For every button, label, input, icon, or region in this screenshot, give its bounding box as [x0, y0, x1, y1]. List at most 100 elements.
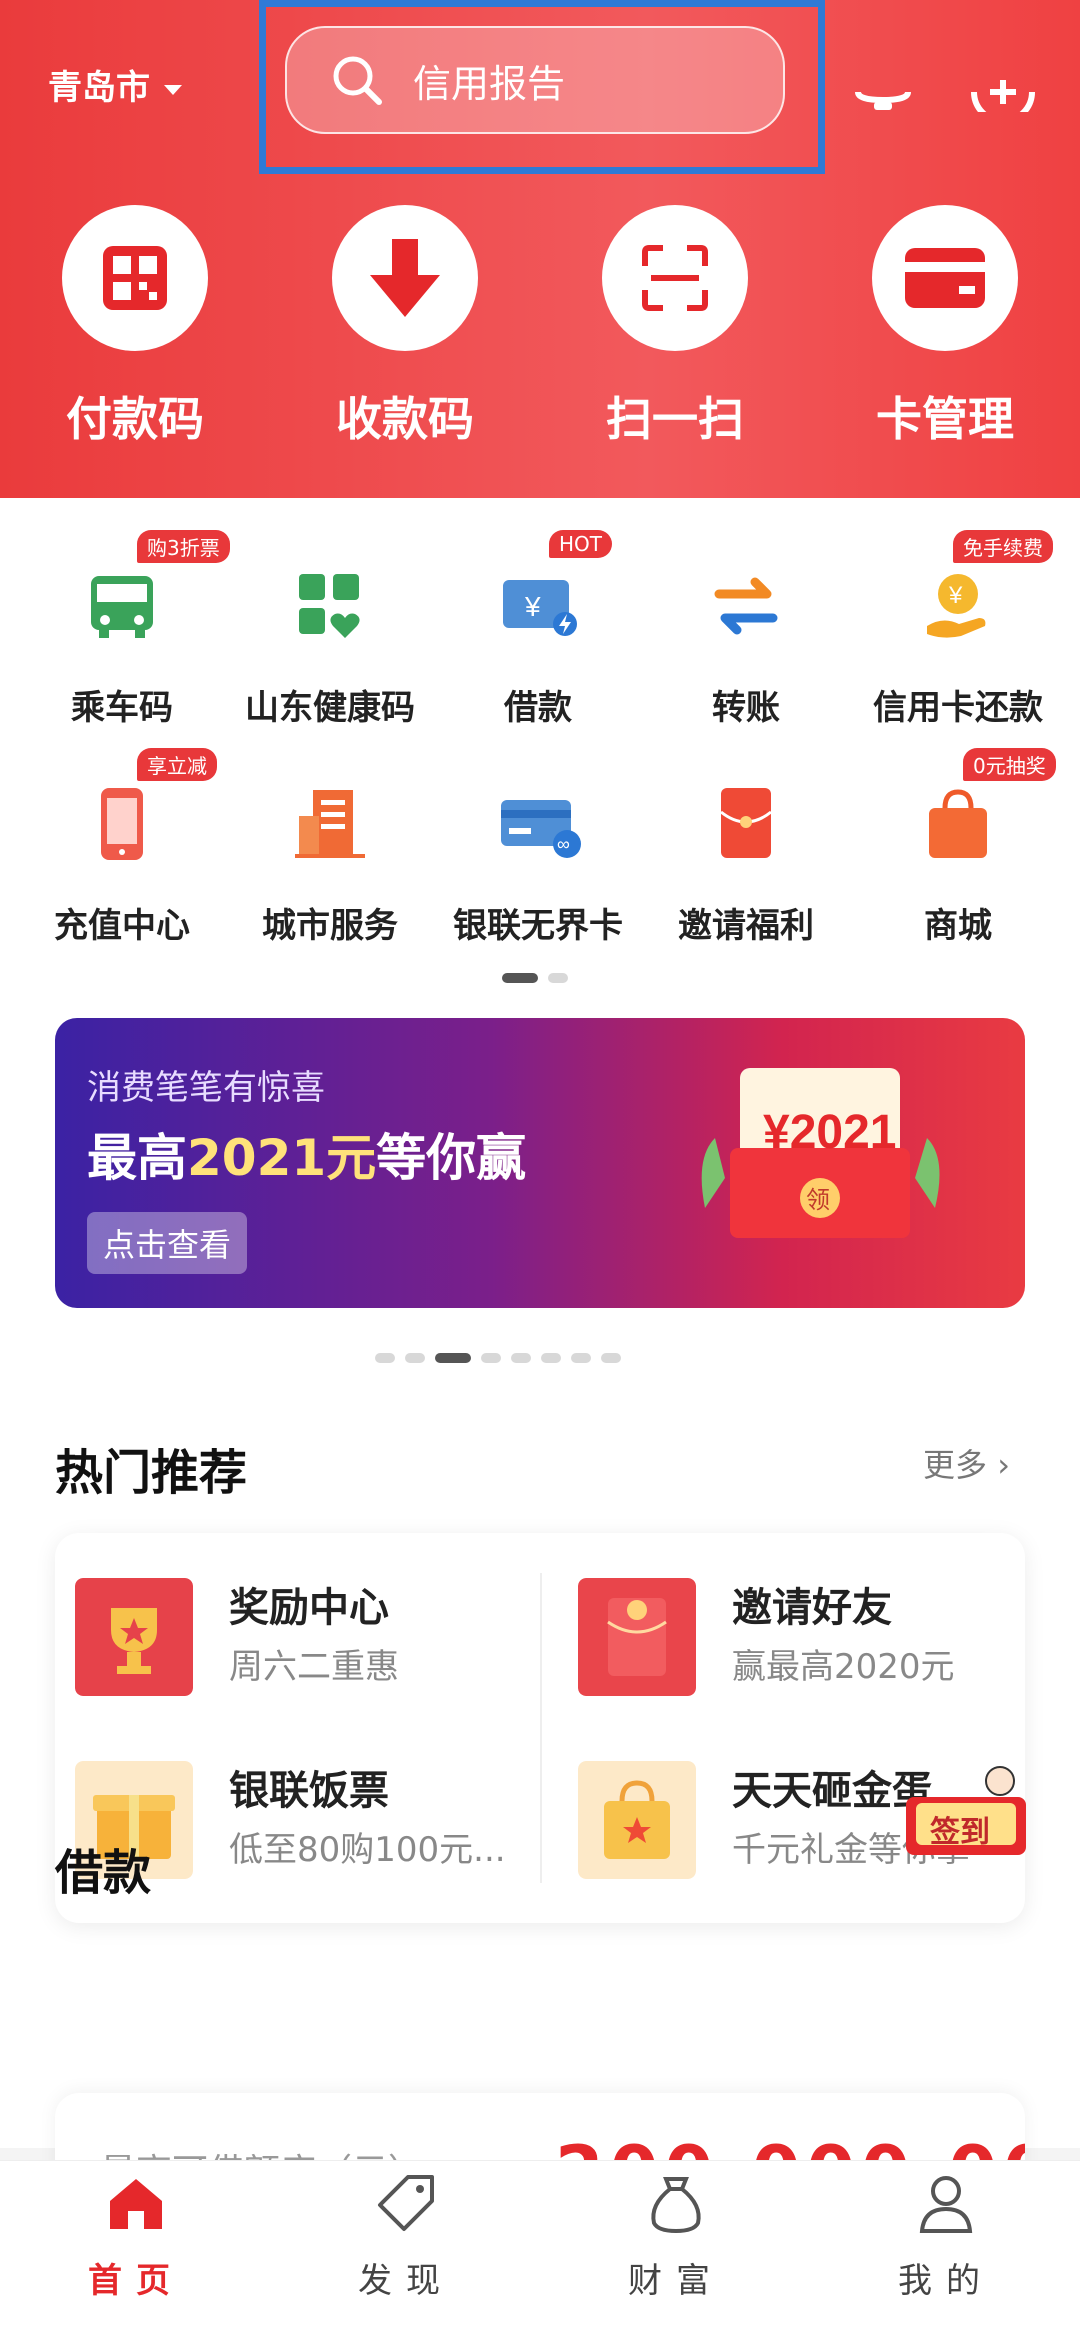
add-icon[interactable]: [968, 62, 1038, 112]
service-bus-code[interactable]: 购3折票 乘车码: [14, 530, 230, 729]
health-code-icon: [285, 560, 375, 650]
red-envelope-illustration: ¥2021 领: [701, 1068, 940, 1238]
bell-icon[interactable]: [848, 62, 918, 112]
card-icon: [905, 248, 985, 308]
search-input[interactable]: 信用报告: [285, 26, 785, 134]
service-health-code[interactable]: 山东健康码: [222, 560, 438, 729]
service-credit-card-repay[interactable]: ¥ 免手续费 信用卡还款: [850, 530, 1066, 729]
unionpay-card-icon: ∞: [493, 778, 583, 868]
tab-label: 财富: [628, 2261, 724, 2301]
download-arrow-icon: [370, 239, 440, 317]
person-icon: [919, 2176, 973, 2233]
trophy-icon: [75, 1578, 193, 1696]
page-dot: [375, 1353, 395, 1363]
rec-subtitle: 赢最高2020元: [732, 1647, 955, 1687]
service-label: 山东健康码: [245, 688, 415, 728]
rec-subtitle: 低至80购100元...: [229, 1830, 506, 1870]
tab-wealth[interactable]: 财富: [576, 2171, 776, 2302]
page-dot: [511, 1353, 531, 1363]
service-mall[interactable]: 0元抽奖 商城: [850, 748, 1066, 947]
tab-home[interactable]: 首页: [36, 2171, 236, 2302]
more-link[interactable]: 更多 ›: [923, 1440, 1010, 1486]
quick-action-card-manage[interactable]: 卡管理: [810, 205, 1080, 475]
page-dot: [548, 973, 568, 983]
service-invite-benefit[interactable]: 邀请福利: [638, 778, 854, 947]
hot-section-title: 热门推荐: [55, 1445, 248, 1501]
service-badge: 购3折票: [137, 530, 230, 563]
quick-action-label: 收款码: [336, 392, 474, 446]
phone-icon: 享立减: [77, 748, 217, 868]
city-selector[interactable]: 青岛市: [48, 60, 182, 109]
quick-action-pay-code[interactable]: 付款码: [0, 205, 270, 475]
service-label: 充值中心: [54, 906, 190, 946]
qr-code-icon: [103, 246, 167, 310]
tab-label: 首页: [88, 2261, 184, 2301]
quick-action-circle: [62, 205, 208, 351]
banner-page-indicator: [375, 1353, 621, 1363]
banner-cta-button[interactable]: 点击查看: [87, 1212, 248, 1274]
quick-action-scan[interactable]: 扫一扫: [540, 205, 810, 475]
more-label: 更多: [923, 1446, 988, 1484]
quick-action-label: 扫一扫: [606, 392, 744, 446]
rec-invite-friends[interactable]: 邀请好友 赢最高2020元: [558, 1563, 1018, 1703]
banner-title-highlight: 2021元: [187, 1129, 377, 1187]
city-building-icon: [285, 778, 375, 868]
tab-label: 发现: [358, 2261, 454, 2301]
transfer-icon: [701, 560, 791, 650]
tag-icon: [378, 2175, 434, 2231]
svg-text:¥: ¥: [948, 582, 963, 609]
red-envelope-icon: [701, 778, 791, 868]
page-dot: [541, 1353, 561, 1363]
loan-section-title: 借款: [55, 1845, 152, 1901]
quick-action-circle: [872, 205, 1018, 351]
service-loan[interactable]: ¥ HOT 借款: [430, 530, 646, 729]
divider: [540, 1573, 542, 1883]
service-label: 商城: [924, 906, 992, 946]
service-label: 信用卡还款: [873, 688, 1043, 728]
chevron-down-icon: [164, 84, 182, 95]
tab-discover[interactable]: 发现: [306, 2171, 506, 2302]
page-dot: [435, 1353, 471, 1363]
banner-title: 最高2021元等你赢: [87, 1118, 526, 1190]
service-transfer[interactable]: 转账: [638, 560, 854, 729]
chevron-right-icon: ›: [997, 1446, 1010, 1484]
service-unionpay-card[interactable]: ∞ 银联无界卡: [430, 778, 646, 947]
city-label: 青岛市: [48, 68, 150, 108]
banner-title-prefix: 最高: [87, 1129, 187, 1187]
search-icon: [333, 56, 382, 105]
header: 青岛市 信用报告 付款码 收款码 扫一扫 卡管理: [0, 0, 1080, 498]
main-content: 购3折票 乘车码 山东健康码 ¥ HOT 借款 转账 ¥ 免手续费 信用卡还款 …: [0, 498, 1080, 2243]
service-label: 银联无界卡: [453, 906, 623, 946]
banner-subtitle: 消费笔笔有惊喜: [87, 1068, 325, 1108]
service-badge: 0元抽奖: [963, 748, 1056, 781]
bottom-tab-bar: 首页 发现 财富 我的: [0, 2160, 1080, 2325]
service-label: 城市服务: [262, 906, 398, 946]
scan-icon: [642, 245, 708, 311]
credit-repay-icon: ¥ 免手续费: [913, 530, 1053, 650]
search-placeholder: 信用报告: [413, 61, 566, 106]
rec-subtitle: 周六二重惠: [229, 1647, 399, 1687]
quick-action-label: 付款码: [66, 392, 204, 446]
rec-title: 银联饭票: [229, 1768, 389, 1814]
page-dot: [405, 1353, 425, 1363]
page-dot: [571, 1353, 591, 1363]
recommendation-card: 奖励中心 周六二重惠 邀请好友 赢最高2020元 银联饭票 低至80购100元.…: [55, 1533, 1025, 1923]
service-label: 乘车码: [71, 688, 173, 728]
service-recharge[interactable]: 享立减 充值中心: [14, 748, 230, 947]
quick-action-receive-code[interactable]: 收款码: [270, 205, 540, 475]
envelope-tag: 领: [806, 1186, 830, 1214]
rec-reward-center[interactable]: 奖励中心 周六二重惠: [55, 1563, 515, 1703]
rec-title: 邀请好友: [732, 1585, 892, 1631]
page-dot: [601, 1353, 621, 1363]
quick-action-label: 卡管理: [876, 392, 1014, 446]
service-label: 借款: [504, 688, 572, 728]
red-envelope-icon: [578, 1578, 696, 1696]
promo-banner[interactable]: 消费笔笔有惊喜 最高2021元等你赢 点击查看 ¥2021 领: [55, 1018, 1025, 1308]
envelope-amount: ¥2021: [763, 1106, 896, 1159]
shopping-bag-icon: [578, 1761, 696, 1879]
money-bag-icon: [651, 2177, 701, 2234]
service-city[interactable]: 城市服务: [222, 778, 438, 947]
tab-mine[interactable]: 我的: [846, 2171, 1046, 2302]
sign-in-float-button[interactable]: 签到: [900, 1763, 1030, 1863]
home-icon: [110, 2179, 162, 2229]
